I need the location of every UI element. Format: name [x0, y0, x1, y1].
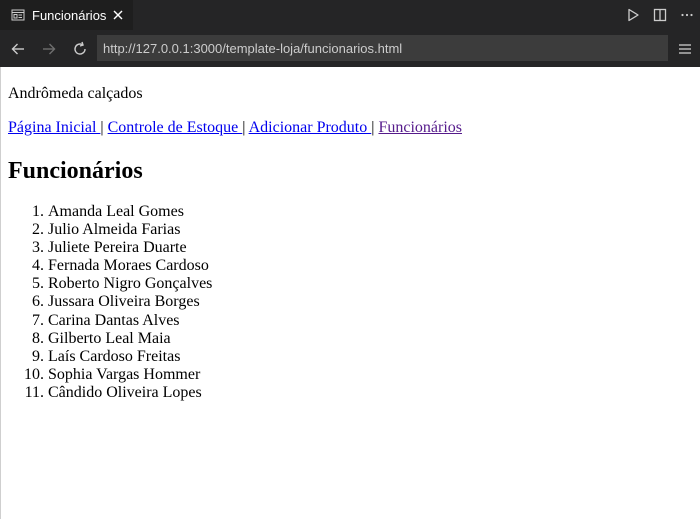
link-funcionarios[interactable]: Funcionários [378, 119, 462, 136]
list-item: Amanda Leal Gomes [48, 203, 212, 221]
link-adicionar-produto[interactable]: Adicionar Produto [249, 119, 372, 136]
list-item: Fernada Moraes Cardoso [48, 257, 212, 275]
link-controle-estoque[interactable]: Controle de Estoque [108, 119, 243, 136]
list-item: Gilberto Leal Maia [48, 330, 212, 348]
site-navigation: Página Inicial | Controle de Estoque | A… [8, 118, 462, 137]
more-icon[interactable] [673, 0, 700, 30]
link-separator: | [242, 119, 246, 136]
navigation-bar: http://127.0.0.1:3000/template-loja/func… [0, 30, 700, 67]
link-separator: | [100, 119, 104, 136]
close-icon[interactable] [110, 7, 126, 23]
employee-list: Amanda Leal Gomes Julio Almeida Farias J… [8, 203, 212, 402]
link-pagina-inicial[interactable]: Página Inicial [8, 119, 100, 136]
list-item: Roberto Nigro Gonçalves [48, 275, 212, 293]
menu-icon[interactable] [676, 39, 694, 59]
page-content: Andrômeda calçados Página Inicial | Cont… [0, 67, 700, 519]
list-item: Carina Dantas Alves [48, 312, 212, 330]
window-border [0, 67, 1, 519]
link-separator: | [371, 119, 375, 136]
list-item: Laís Cardoso Freitas [48, 348, 212, 366]
preview-icon [11, 8, 25, 22]
list-item: Juliete Pereira Duarte [48, 239, 212, 257]
split-editor-icon[interactable] [646, 0, 673, 30]
arrow-right-icon[interactable] [33, 30, 64, 67]
reload-icon[interactable] [64, 30, 95, 67]
list-item: Jussara Oliveira Borges [48, 293, 212, 311]
list-item: Sophia Vargas Hommer [48, 366, 212, 384]
tab-actions [619, 0, 700, 30]
url-input[interactable]: http://127.0.0.1:3000/template-loja/func… [97, 35, 668, 61]
tab-title: Funcionários [32, 7, 107, 23]
list-item: Julio Almeida Farias [48, 221, 212, 239]
store-name: Andrômeda calçados [8, 85, 143, 102]
tab-funcionarios[interactable]: Funcionários [0, 0, 133, 30]
list-item: Cândido Oliveira Lopes [48, 384, 212, 402]
run-icon[interactable] [619, 0, 646, 30]
page-title: Funcionários [8, 158, 143, 184]
arrow-left-icon[interactable] [2, 30, 33, 67]
tab-bar: Funcionários [0, 0, 700, 30]
